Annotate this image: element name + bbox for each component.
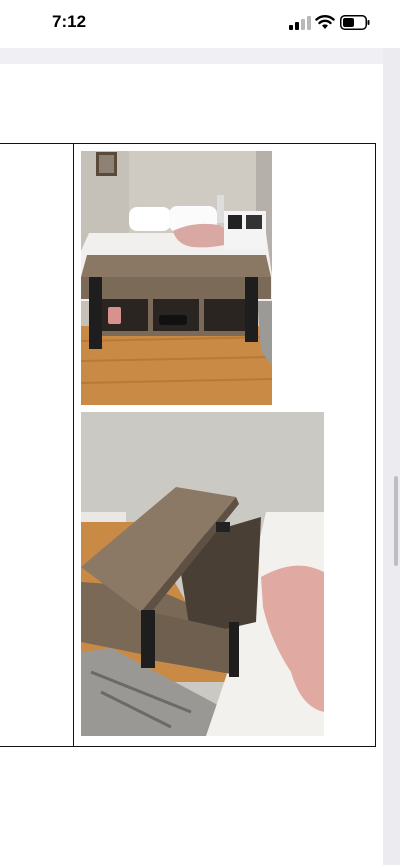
battery-icon: [340, 15, 370, 30]
toolbar-separator: [0, 48, 383, 64]
scroll-rail[interactable]: [383, 48, 400, 865]
table-column-divider: [73, 143, 74, 747]
status-time: 7:12: [52, 12, 87, 31]
wifi-icon: [315, 15, 335, 29]
coffee-table-closed-photo[interactable]: [81, 151, 272, 405]
status-bar: 7:12: [0, 0, 400, 48]
cellular-signal-icon: [289, 16, 311, 30]
coffee-table-lifted-photo[interactable]: [81, 412, 324, 736]
scroll-thumb[interactable]: [394, 476, 398, 566]
